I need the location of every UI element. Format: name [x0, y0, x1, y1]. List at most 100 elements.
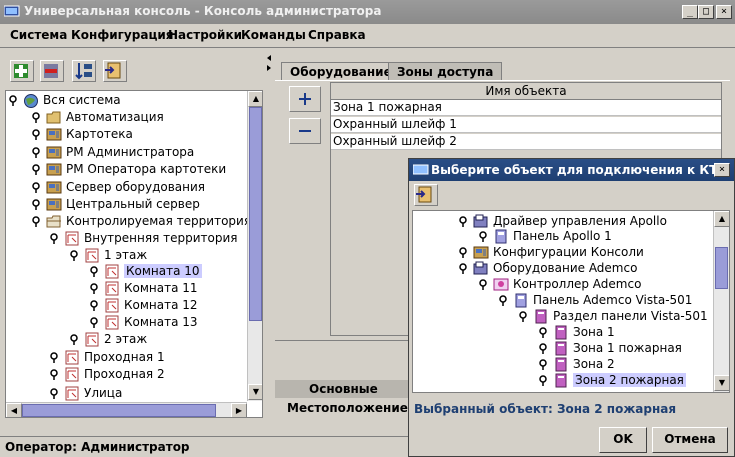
tree-item[interactable]: Конфигурации Консоли [413, 244, 653, 261]
tree-item-label: Зона 2 [573, 357, 615, 371]
dialog-scroll-up-button[interactable]: ▲ [714, 211, 729, 227]
cancel-button[interactable]: Отмена [652, 427, 728, 453]
tree-item[interactable]: Внутренняя территория [6, 230, 246, 247]
tree-item[interactable]: Автоматизация [6, 109, 246, 126]
hscroll-thumb[interactable] [22, 404, 216, 417]
tree-item[interactable]: Панель Ademco Vista-501 [413, 292, 692, 309]
tab-equipment[interactable]: Оборудование [281, 62, 401, 81]
expand-toggle-icon[interactable] [70, 334, 81, 345]
expand-toggle-icon[interactable] [32, 147, 43, 158]
expand-toggle-icon[interactable] [90, 283, 101, 294]
tree-item[interactable]: Оборудование Ademco [413, 260, 653, 277]
add-button[interactable] [10, 60, 34, 82]
expand-toggle-icon[interactable] [32, 112, 43, 123]
scroll-left-button[interactable]: ◀ [6, 403, 22, 417]
tree-item[interactable]: Контролируемая территория [6, 213, 251, 230]
expand-toggle-icon[interactable] [50, 369, 61, 380]
expand-toggle-icon[interactable] [32, 129, 43, 140]
menu-system[interactable]: Система [10, 28, 67, 42]
table-row[interactable]: Зона 1 пожарная [331, 100, 721, 116]
tree-item[interactable]: РМ Оператора картотеки [6, 161, 246, 178]
dialog-connect-button[interactable] [414, 184, 438, 206]
tree-item[interactable]: Зона 1 [413, 324, 653, 341]
tree-item[interactable]: Зона 2 пожарная [413, 372, 686, 389]
zone-icon [535, 309, 547, 324]
expand-toggle-icon[interactable] [32, 199, 43, 210]
expand-toggle-icon[interactable] [459, 247, 470, 258]
minimize-button[interactable]: _ [682, 5, 698, 19]
menu-help[interactable]: Справка [308, 28, 366, 42]
panel-splitter[interactable] [265, 48, 273, 428]
scroll-right-button[interactable]: ▶ [231, 403, 247, 417]
tree-item[interactable]: Контроллер Ademco [413, 276, 653, 293]
tree-item[interactable]: Панель Apollo 1 [413, 228, 653, 245]
add-object-button[interactable] [289, 86, 321, 112]
dialog-object-tree[interactable]: Драйвер управления Apollo Панель Apollo 1… [412, 210, 730, 393]
tree-item[interactable]: 2 этаж [6, 331, 246, 348]
expand-toggle-icon[interactable] [70, 250, 81, 261]
tree-item[interactable]: РМ Администратора [6, 144, 246, 161]
expand-toggle-icon[interactable] [50, 388, 61, 399]
expand-toggle-icon[interactable] [479, 279, 490, 290]
tree-item[interactable]: Зона 2 [413, 356, 653, 373]
driver-icon [473, 261, 488, 275]
tree-item[interactable]: Центральный сервер [6, 196, 246, 213]
expand-toggle-icon[interactable] [459, 216, 470, 227]
expand-toggle-icon[interactable] [90, 266, 101, 277]
tree-item[interactable]: Картотека [6, 126, 246, 143]
tree-item[interactable]: Проходная 2 [6, 366, 246, 383]
menu-settings[interactable]: Настройки [168, 28, 242, 42]
expand-toggle-icon[interactable] [479, 231, 490, 242]
expand-toggle-icon[interactable] [32, 216, 43, 227]
expand-toggle-icon[interactable] [539, 327, 550, 338]
tree-item[interactable]: 1 этаж [6, 247, 246, 264]
tree-item[interactable]: Проходная 1 [6, 349, 246, 366]
expand-toggle-icon[interactable] [9, 95, 20, 106]
expand-toggle-icon[interactable] [539, 359, 550, 370]
table-header-object-name[interactable]: Имя объекта [331, 83, 721, 100]
ok-button[interactable]: OK [599, 427, 647, 453]
tree-item[interactable]: Комната 12 [6, 297, 246, 314]
dialog-tree-scrollbar[interactable]: ▲ ▼ [713, 211, 729, 392]
expand-toggle-icon[interactable] [519, 311, 530, 322]
remove-button[interactable] [40, 60, 64, 82]
expand-toggle-icon[interactable] [539, 375, 550, 386]
table-row[interactable]: Охранный шлейф 2 [331, 134, 721, 150]
expand-toggle-icon[interactable] [90, 317, 101, 328]
table-row[interactable]: Охранный шлейф 1 [331, 117, 721, 133]
tab-access-zones[interactable]: Зоны доступа [388, 62, 503, 81]
maximize-button[interactable]: □ [698, 5, 714, 19]
expand-toggle-icon[interactable] [459, 263, 470, 274]
remove-object-button[interactable] [289, 118, 321, 144]
connect-button[interactable] [103, 60, 127, 82]
tree-item[interactable]: Комната 11 [6, 280, 246, 297]
expand-toggle-icon[interactable] [499, 295, 510, 306]
expand-toggle-icon[interactable] [32, 182, 43, 193]
move-button[interactable] [72, 60, 96, 82]
tree-item[interactable]: Комната 13 [6, 314, 246, 331]
minus-icon [299, 130, 311, 132]
tree-item[interactable]: Комната 10 [6, 263, 246, 280]
close-button[interactable]: × [716, 5, 732, 19]
scroll-down-button[interactable]: ▼ [248, 384, 262, 400]
tree-item[interactable]: Раздел панели Vista-501 [413, 308, 708, 325]
dialog-close-button[interactable]: × [714, 163, 730, 177]
tree-item[interactable]: Сервер оборудования [6, 179, 246, 196]
dialog-scroll-down-button[interactable]: ▼ [714, 375, 729, 391]
menu-configuration[interactable]: Конфигурация [71, 28, 173, 42]
scroll-up-button[interactable]: ▲ [248, 91, 262, 107]
tree-item[interactable]: Улица [6, 385, 246, 402]
expand-toggle-icon[interactable] [50, 233, 61, 244]
expand-toggle-icon[interactable] [32, 164, 43, 175]
dialog-scroll-thumb[interactable] [715, 247, 728, 289]
tree-vertical-scrollbar[interactable]: ▲ ▼ [247, 91, 262, 401]
tree-horizontal-scrollbar[interactable]: ◀ ▶ [6, 402, 247, 417]
tree-item[interactable]: Зона 1 пожарная [413, 340, 682, 357]
expand-toggle-icon[interactable] [50, 352, 61, 363]
menu-commands[interactable]: Команды [241, 28, 306, 42]
expand-toggle-icon[interactable] [90, 300, 101, 311]
tree-item[interactable]: Вся система [6, 92, 246, 109]
system-tree[interactable]: Вся система Автоматизация Картотека РМ Адми… [5, 90, 263, 418]
expand-toggle-icon[interactable] [539, 343, 550, 354]
scroll-thumb[interactable] [249, 107, 262, 321]
